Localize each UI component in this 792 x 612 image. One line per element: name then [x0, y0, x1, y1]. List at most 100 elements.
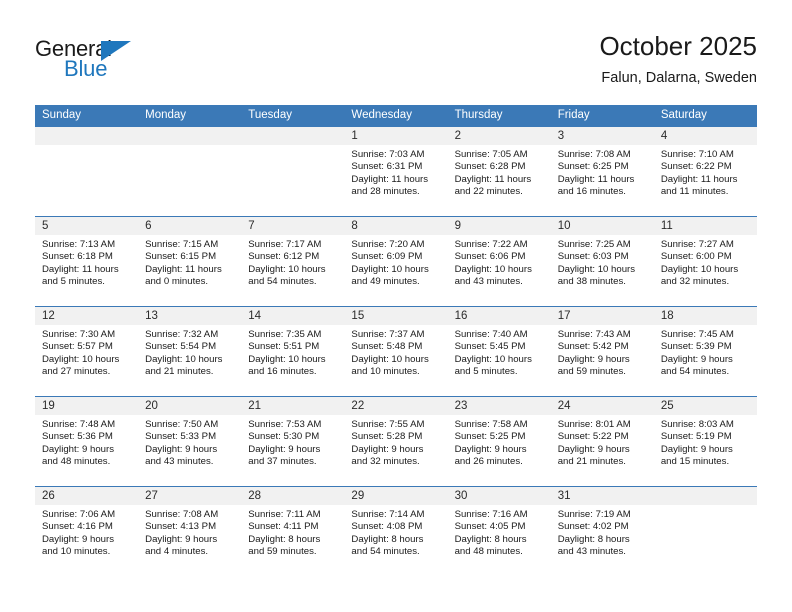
day-cell[interactable]: 25 Sunrise: 8:03 AM Sunset: 5:19 PM Dayl… [653, 397, 757, 486]
day-number-band: 20 [138, 397, 242, 415]
day-number-band: 6 [138, 217, 242, 235]
daylight-text-line1: Daylight: 11 hours [454, 173, 532, 185]
daylight-text-line2: and 59 minutes. [557, 365, 626, 377]
day-cell[interactable]: 22 Sunrise: 7:55 AM Sunset: 5:28 PM Dayl… [344, 397, 448, 486]
general-blue-logo[interactable]: General Blue [35, 36, 155, 84]
day-cell[interactable]: 12 Sunrise: 7:30 AM Sunset: 5:57 PM Dayl… [35, 307, 139, 396]
sunrise-text: Sunrise: 7:06 AM [42, 509, 116, 520]
sunset-text: Sunset: 5:19 PM [660, 431, 732, 443]
day-info: Sunrise: 7:17 AM Sunset: 6:12 PM Dayligh… [241, 235, 344, 288]
sunset-text: Sunset: 4:02 PM [557, 521, 629, 533]
day-cell[interactable]: 19 Sunrise: 7:48 AM Sunset: 5:36 PM Dayl… [35, 397, 139, 486]
daylight-text-line1: Daylight: 9 hours [42, 443, 114, 455]
day-cell[interactable] [653, 487, 757, 576]
day-cell[interactable] [138, 127, 242, 216]
page-header: General Blue October 2025 Falun, Dalarna… [0, 0, 792, 103]
day-cell[interactable]: 28 Sunrise: 7:11 AM Sunset: 4:11 PM Dayl… [241, 487, 345, 576]
day-number: 25 [660, 400, 674, 412]
calendar-page: General Blue October 2025 Falun, Dalarna… [0, 0, 792, 612]
day-number-band: 16 [447, 307, 551, 325]
sunset-text: Sunset: 4:13 PM [145, 521, 217, 533]
day-cell[interactable]: 31 Sunrise: 7:19 AM Sunset: 4:02 PM Dayl… [550, 487, 654, 576]
daylight-text-line1: Daylight: 8 hours [351, 533, 424, 545]
day-number-band: 31 [550, 487, 654, 505]
day-cell[interactable] [35, 127, 139, 216]
sunset-text: Sunset: 4:16 PM [42, 521, 113, 533]
daylight-text-line1: Daylight: 9 hours [145, 533, 218, 545]
daylight-text-line2: and 16 minutes. [557, 185, 626, 197]
daylight-text-line2: and 54 minutes. [248, 275, 317, 287]
day-cell[interactable]: 1 Sunrise: 7:03 AM Sunset: 6:31 PM Dayli… [344, 127, 448, 216]
day-cell[interactable]: 13 Sunrise: 7:32 AM Sunset: 5:54 PM Dayl… [138, 307, 242, 396]
day-cell[interactable]: 30 Sunrise: 7:16 AM Sunset: 4:05 PM Dayl… [447, 487, 551, 576]
weekday-header-thursday: Thursday [454, 109, 503, 121]
daylight-text-line2: and 37 minutes. [248, 455, 317, 467]
day-cell[interactable] [241, 127, 345, 216]
day-number-band: 17 [550, 307, 654, 325]
sunset-text: Sunset: 4:08 PM [351, 521, 423, 533]
day-cell[interactable]: 27 Sunrise: 7:08 AM Sunset: 4:13 PM Dayl… [138, 487, 242, 576]
day-cell[interactable]: 11 Sunrise: 7:27 AM Sunset: 6:00 PM Dayl… [653, 217, 757, 306]
day-cell[interactable]: 2 Sunrise: 7:05 AM Sunset: 6:28 PM Dayli… [447, 127, 551, 216]
day-cell[interactable]: 23 Sunrise: 7:58 AM Sunset: 5:25 PM Dayl… [447, 397, 551, 486]
day-number-band [138, 127, 242, 145]
day-info: Sunrise: 7:48 AM Sunset: 5:36 PM Dayligh… [35, 415, 138, 468]
day-number-band [35, 127, 139, 145]
sunset-text: Sunset: 5:25 PM [454, 431, 526, 443]
day-cell[interactable]: 20 Sunrise: 7:50 AM Sunset: 5:33 PM Dayl… [138, 397, 242, 486]
daylight-text-line1: Daylight: 10 hours [660, 263, 739, 275]
sunset-text: Sunset: 5:36 PM [42, 431, 113, 443]
day-number: 18 [660, 310, 674, 322]
day-cell[interactable]: 5 Sunrise: 7:13 AM Sunset: 6:18 PM Dayli… [35, 217, 139, 306]
sunrise-text: Sunrise: 7:08 AM [145, 509, 219, 520]
day-number-band: 30 [447, 487, 551, 505]
daylight-text-line1: Daylight: 8 hours [454, 533, 527, 545]
daylight-text-line1: Daylight: 10 hours [351, 263, 429, 275]
day-cell[interactable]: 24 Sunrise: 8:01 AM Sunset: 5:22 PM Dayl… [550, 397, 654, 486]
day-number: 27 [145, 490, 158, 502]
sunrise-text: Sunrise: 7:37 AM [351, 329, 425, 340]
day-info [138, 145, 241, 149]
day-info: Sunrise: 7:03 AM Sunset: 6:31 PM Dayligh… [344, 145, 447, 198]
logo-text-blue: Blue [64, 56, 108, 81]
daylight-text-line2: and 38 minutes. [557, 275, 626, 287]
day-number-band: 22 [344, 397, 448, 415]
day-cell[interactable]: 10 Sunrise: 7:25 AM Sunset: 6:03 PM Dayl… [550, 217, 654, 306]
sunset-text: Sunset: 6:18 PM [42, 251, 113, 263]
daylight-text-line1: Daylight: 9 hours [145, 443, 218, 455]
sunrise-text: Sunrise: 7:32 AM [145, 329, 219, 340]
week-row: 12 Sunrise: 7:30 AM Sunset: 5:57 PM Dayl… [35, 306, 757, 396]
sunset-text: Sunset: 5:30 PM [248, 431, 320, 443]
sunrise-text: Sunrise: 7:19 AM [557, 509, 631, 520]
day-cell[interactable]: 16 Sunrise: 7:40 AM Sunset: 5:45 PM Dayl… [447, 307, 551, 396]
daylight-text-line1: Daylight: 11 hours [145, 263, 222, 275]
day-number-band: 21 [241, 397, 345, 415]
daylight-text-line2: and 22 minutes. [454, 185, 523, 197]
day-cell[interactable]: 17 Sunrise: 7:43 AM Sunset: 5:42 PM Dayl… [550, 307, 654, 396]
day-cell[interactable]: 15 Sunrise: 7:37 AM Sunset: 5:48 PM Dayl… [344, 307, 448, 396]
sunset-text: Sunset: 6:22 PM [660, 161, 732, 173]
day-info: Sunrise: 8:03 AM Sunset: 5:19 PM Dayligh… [654, 415, 757, 468]
day-cell[interactable]: 26 Sunrise: 7:06 AM Sunset: 4:16 PM Dayl… [35, 487, 139, 576]
daylight-text-line1: Daylight: 10 hours [454, 353, 532, 365]
daylight-text-line2: and 49 minutes. [351, 275, 420, 287]
daylight-text-line2: and 10 minutes. [42, 545, 111, 557]
sunrise-text: Sunrise: 7:14 AM [351, 509, 425, 520]
day-cell[interactable]: 7 Sunrise: 7:17 AM Sunset: 6:12 PM Dayli… [241, 217, 345, 306]
day-cell[interactable]: 3 Sunrise: 7:08 AM Sunset: 6:25 PM Dayli… [550, 127, 654, 216]
day-number: 7 [248, 220, 255, 232]
day-cell[interactable]: 18 Sunrise: 7:45 AM Sunset: 5:39 PM Dayl… [653, 307, 757, 396]
day-info: Sunrise: 7:37 AM Sunset: 5:48 PM Dayligh… [344, 325, 447, 378]
day-cell[interactable]: 4 Sunrise: 7:10 AM Sunset: 6:22 PM Dayli… [653, 127, 757, 216]
sunrise-text: Sunrise: 7:35 AM [248, 329, 322, 340]
day-cell[interactable]: 14 Sunrise: 7:35 AM Sunset: 5:51 PM Dayl… [241, 307, 345, 396]
day-number-band: 25 [653, 397, 757, 415]
day-cell[interactable]: 6 Sunrise: 7:15 AM Sunset: 6:15 PM Dayli… [138, 217, 242, 306]
weekday-header-friday: Friday [557, 109, 590, 121]
day-cell[interactable]: 21 Sunrise: 7:53 AM Sunset: 5:30 PM Dayl… [241, 397, 345, 486]
day-cell[interactable]: 8 Sunrise: 7:20 AM Sunset: 6:09 PM Dayli… [344, 217, 448, 306]
sunrise-text: Sunrise: 7:58 AM [454, 419, 528, 430]
daylight-text-line2: and 32 minutes. [660, 275, 730, 287]
day-cell[interactable]: 29 Sunrise: 7:14 AM Sunset: 4:08 PM Dayl… [344, 487, 448, 576]
day-cell[interactable]: 9 Sunrise: 7:22 AM Sunset: 6:06 PM Dayli… [447, 217, 551, 306]
